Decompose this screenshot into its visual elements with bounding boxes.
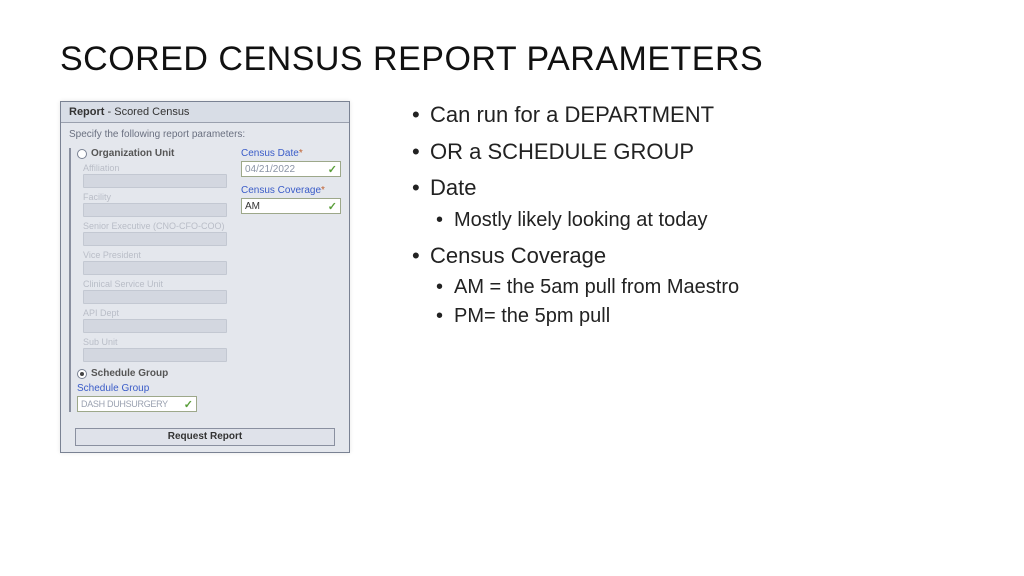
bullet-item: Can run for a DEPARTMENT bbox=[410, 101, 739, 130]
bullet-item: Date Mostly likely looking at today bbox=[410, 174, 739, 234]
census-coverage-label: Census Coverage* bbox=[241, 185, 341, 196]
page-title: SCORED CENSUS REPORT PARAMETERS bbox=[60, 40, 964, 79]
schedule-group-option[interactable]: Schedule Group bbox=[77, 368, 229, 379]
bullet-list: Can run for a DEPARTMENT OR a SCHEDULE G… bbox=[410, 101, 739, 338]
vp-input[interactable] bbox=[83, 261, 227, 275]
sub-bullet-item: Mostly likely looking at today bbox=[430, 207, 739, 234]
sub-unit-input[interactable] bbox=[83, 348, 227, 362]
schedule-group-value: DASH DUHSURGERY bbox=[81, 399, 168, 409]
facility-input[interactable] bbox=[83, 203, 227, 217]
report-instruction: Specify the following report parameters: bbox=[61, 123, 349, 144]
check-icon: ✓ bbox=[328, 200, 337, 213]
api-dept-input[interactable] bbox=[83, 319, 227, 333]
senior-exec-input[interactable] bbox=[83, 232, 227, 246]
radio-icon bbox=[77, 369, 87, 379]
field-label-api-dept: API Dept bbox=[83, 308, 229, 318]
check-icon: ✓ bbox=[328, 163, 337, 176]
field-label-csu: Clinical Service Unit bbox=[83, 279, 229, 289]
report-header-subtitle: - Scored Census bbox=[104, 106, 189, 118]
radio-icon bbox=[77, 149, 87, 159]
csu-input[interactable] bbox=[83, 290, 227, 304]
field-label-vp: Vice President bbox=[83, 250, 229, 260]
field-label-sub-unit: Sub Unit bbox=[83, 337, 229, 347]
check-icon: ✓ bbox=[184, 398, 193, 411]
sub-bullet-item: AM = the 5am pull from Maestro bbox=[430, 274, 739, 301]
census-date-input[interactable]: 04/21/2022 ✓ bbox=[241, 161, 341, 177]
census-coverage-input[interactable]: AM ✓ bbox=[241, 198, 341, 214]
field-label-affiliation: Affiliation bbox=[83, 163, 229, 173]
schedule-group-label: Schedule Group bbox=[91, 368, 168, 379]
sub-bullet-item: PM= the 5pm pull bbox=[430, 303, 739, 330]
bullet-item: OR a SCHEDULE GROUP bbox=[410, 138, 739, 167]
field-label-senior-exec: Senior Executive (CNO-CFO-COO) bbox=[83, 221, 229, 231]
schedule-group-select[interactable]: DASH DUHSURGERY ✓ bbox=[77, 396, 197, 412]
report-header-title: Report bbox=[69, 106, 104, 118]
report-header: Report - Scored Census bbox=[61, 102, 349, 123]
org-unit-label: Organization Unit bbox=[91, 148, 174, 159]
census-coverage-value: AM bbox=[245, 201, 260, 212]
request-report-button[interactable]: Request Report bbox=[75, 428, 335, 446]
census-date-label: Census Date* bbox=[241, 148, 341, 159]
bullet-item: Census Coverage AM = the 5am pull from M… bbox=[410, 242, 739, 331]
affiliation-input[interactable] bbox=[83, 174, 227, 188]
org-unit-option[interactable]: Organization Unit bbox=[77, 148, 229, 159]
field-label-facility: Facility bbox=[83, 192, 229, 202]
report-panel: Report - Scored Census Specify the follo… bbox=[60, 101, 350, 453]
census-date-value: 04/21/2022 bbox=[245, 164, 295, 175]
schedule-group-field-label: Schedule Group bbox=[77, 383, 229, 394]
